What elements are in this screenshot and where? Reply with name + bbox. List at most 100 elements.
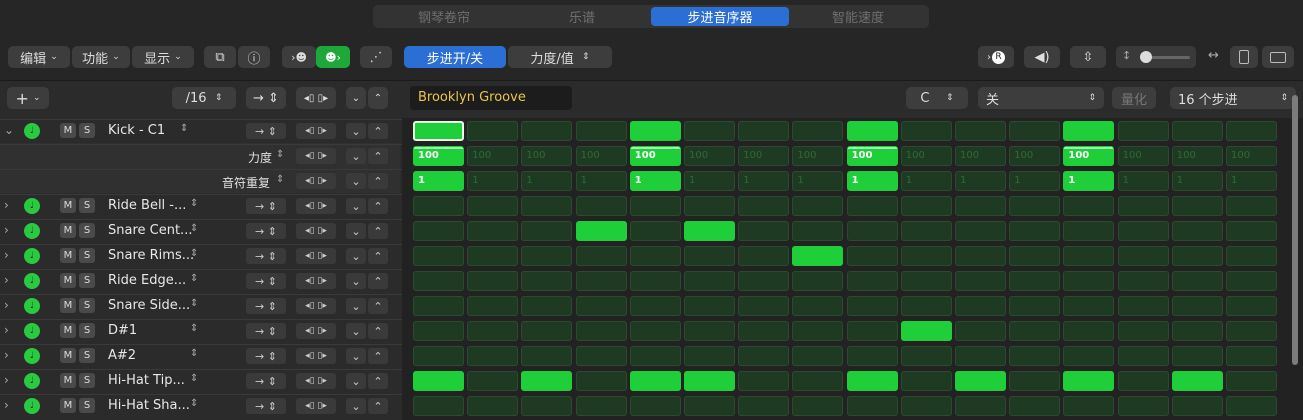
step-cell[interactable] [1063, 121, 1115, 141]
step-cell[interactable] [1009, 196, 1061, 216]
tab-smart-tempo[interactable]: 智能速度 [789, 7, 927, 26]
step-cell[interactable] [955, 396, 1006, 416]
edit-menu[interactable]: 编辑 ⌄ [8, 46, 70, 68]
speaker-button[interactable]: ◀) [1024, 46, 1060, 68]
chevron-down-icon[interactable]: ⌄ [346, 148, 366, 164]
note-icon[interactable]: ♩ [24, 323, 40, 339]
offset-buttons[interactable]: ◂▯ ▯▸ [296, 148, 336, 164]
chevron-down-icon[interactable]: ⌄ [346, 123, 366, 139]
step-cell[interactable] [1117, 321, 1169, 341]
velocity-cell[interactable]: 100 [684, 146, 735, 166]
step-cell[interactable] [1171, 321, 1223, 341]
step-cell[interactable] [413, 371, 464, 391]
chevron-right-icon[interactable]: › [4, 373, 9, 387]
note-icon[interactable]: ♩ [24, 348, 40, 364]
chevron-down-icon[interactable]: ⌄ [4, 123, 14, 137]
chevron-up-icon[interactable]: ⌃ [368, 298, 388, 314]
mute-button[interactable]: M [60, 123, 76, 138]
note-repeat-cell[interactable]: 1 [738, 171, 790, 191]
step-cell[interactable] [900, 196, 952, 216]
key-select[interactable]: C ⇕ [906, 87, 968, 109]
step-cell[interactable] [1226, 371, 1277, 391]
step-cell[interactable] [1226, 396, 1277, 416]
step-cell[interactable] [684, 321, 735, 341]
chevron-down-icon[interactable]: ⌄ [346, 373, 366, 389]
note-repeat-cell[interactable]: 1 [1226, 171, 1277, 191]
step-cell[interactable] [575, 396, 627, 416]
step-cell[interactable] [738, 196, 790, 216]
slider-knob[interactable] [1140, 51, 1152, 63]
step-cell[interactable] [955, 196, 1006, 216]
step-cell[interactable] [1063, 221, 1115, 241]
velocity-cell[interactable]: 100 [738, 146, 790, 166]
step-cell[interactable] [846, 321, 898, 341]
step-cell[interactable] [629, 196, 681, 216]
step-cell[interactable] [467, 246, 519, 266]
chevron-up-icon[interactable]: ⌃ [368, 273, 388, 289]
step-cell[interactable] [1171, 246, 1223, 266]
step-cell[interactable] [900, 271, 952, 291]
step-cell[interactable] [575, 121, 627, 141]
offset-buttons[interactable]: ◂▯ ▯▸ [296, 398, 336, 414]
step-cell[interactable] [629, 246, 681, 266]
pattern-length-select[interactable]: 16 个步进 ⇕ [1170, 87, 1296, 109]
velocity-cell[interactable]: 100 [521, 146, 573, 166]
portrait-layout-button[interactable] [1230, 46, 1258, 68]
mute-button[interactable]: M [60, 348, 76, 363]
scale-select[interactable]: 关 ⇕ [978, 87, 1104, 109]
step-cell[interactable] [521, 196, 573, 216]
offset-buttons[interactable]: ◂▯ ▯▸ [296, 173, 336, 189]
step-cell[interactable] [521, 271, 573, 291]
step-cell[interactable] [575, 221, 627, 241]
step-cell[interactable] [575, 296, 627, 316]
step-cell[interactable] [413, 346, 464, 366]
offset-buttons[interactable]: ◂▯ ▯▸ [296, 373, 336, 389]
chevron-down-icon[interactable]: ⌄ [346, 398, 366, 414]
updown-icon[interactable]: ⇕ [180, 123, 188, 134]
step-cell[interactable] [1226, 346, 1277, 366]
step-cell[interactable] [1117, 396, 1169, 416]
solo-button[interactable]: S [79, 223, 95, 238]
step-cell[interactable] [900, 121, 952, 141]
step-cell[interactable] [629, 321, 681, 341]
step-cell[interactable] [792, 246, 844, 266]
pattern-mode-right-button[interactable]: ☻› [316, 46, 350, 68]
step-cell[interactable] [629, 121, 681, 141]
chevron-right-icon[interactable]: › [4, 273, 9, 287]
chevron-up-icon[interactable]: ⌃ [368, 198, 388, 214]
step-cell[interactable] [575, 246, 627, 266]
step-cell[interactable] [1171, 371, 1223, 391]
step-cell[interactable] [521, 121, 573, 141]
direction-select[interactable]: → ⇕ [246, 198, 286, 214]
note-icon[interactable]: ♩ [24, 273, 40, 289]
step-cell[interactable] [846, 296, 898, 316]
step-cell[interactable] [413, 246, 464, 266]
step-cell[interactable] [1226, 196, 1277, 216]
step-cell[interactable] [1117, 246, 1169, 266]
step-cell[interactable] [467, 396, 519, 416]
step-cell[interactable] [955, 221, 1006, 241]
tab-score[interactable]: 乐谱 [513, 7, 651, 26]
step-cell[interactable] [684, 396, 735, 416]
chevron-down-icon[interactable]: ⌄ [346, 323, 366, 339]
velocity-cell[interactable]: 100 [955, 146, 1006, 166]
step-rate-select[interactable]: /16 ⇕ [172, 87, 236, 109]
note-repeat-cell[interactable]: 1 [1171, 171, 1223, 191]
chevron-right-icon[interactable]: › [4, 298, 9, 312]
step-cell[interactable] [1063, 321, 1115, 341]
velocity-value-select[interactable]: 力度/值 ⇕ [508, 46, 612, 68]
step-cell[interactable] [575, 321, 627, 341]
step-cell[interactable] [684, 246, 735, 266]
step-cell[interactable] [467, 296, 519, 316]
note-icon[interactable]: ♩ [24, 223, 40, 239]
pattern-mode-left-button[interactable]: ›☻ [282, 46, 316, 68]
step-cell[interactable] [846, 371, 898, 391]
step-cell[interactable] [1009, 296, 1061, 316]
mute-button[interactable]: M [60, 248, 76, 263]
tab-piano-roll[interactable]: 钢琴卷帘 [375, 7, 513, 26]
step-cell[interactable] [521, 321, 573, 341]
step-cell[interactable] [1117, 221, 1169, 241]
chevron-up-icon[interactable]: ⌃ [368, 348, 388, 364]
step-cell[interactable] [846, 271, 898, 291]
chevron-down-icon[interactable]: ⌄ [346, 273, 366, 289]
